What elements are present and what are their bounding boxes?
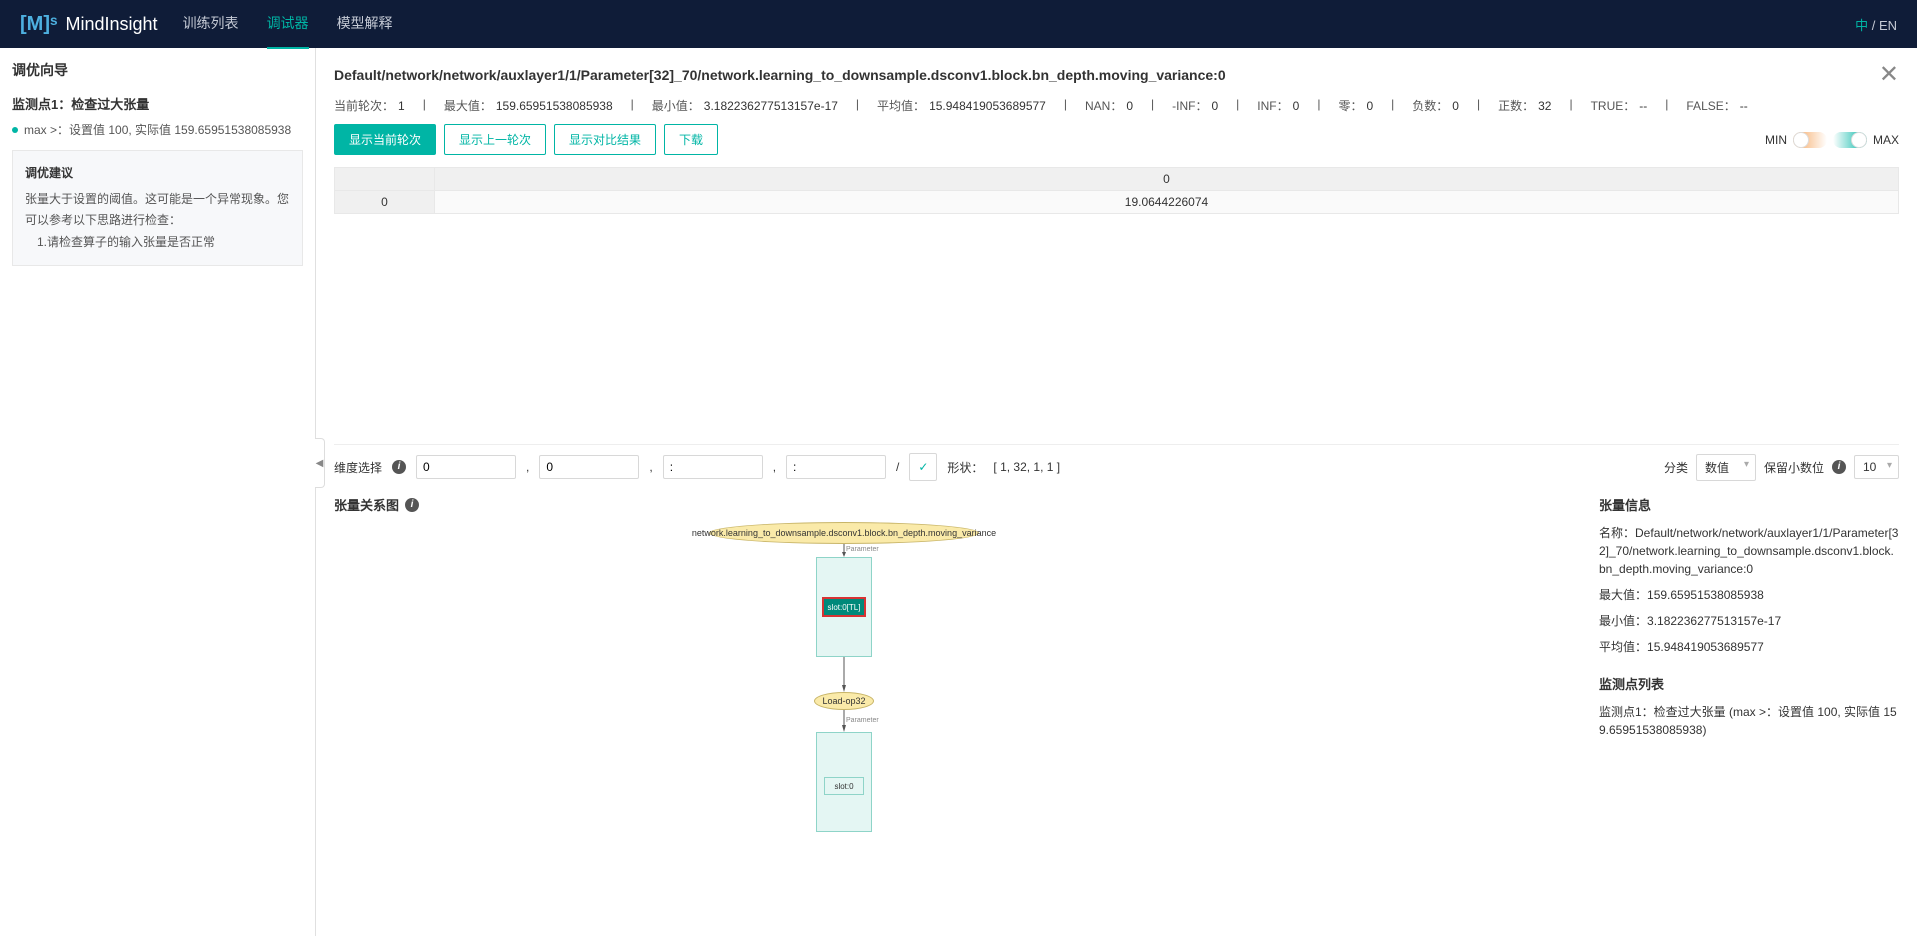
app-header: [M]ˢ MindInsight 训练列表 调试器 模型解释 中 / EN — [0, 0, 1917, 48]
minmax-toggle: MIN MAX — [1765, 132, 1899, 148]
show-diff-button[interactable]: 显示对比结果 — [554, 124, 656, 155]
category-select[interactable]: 数值 — [1696, 454, 1756, 481]
graph-edge-label: Parameter — [846, 717, 879, 724]
info-icon[interactable]: i — [392, 460, 406, 474]
download-button[interactable]: 下载 — [664, 124, 718, 155]
button-row: 显示当前轮次 显示上一轮次 显示对比结果 下载 MIN MAX — [334, 124, 1899, 155]
advice-title: 调优建议 — [25, 163, 290, 185]
graph-canvas[interactable]: network.learning_to_downsample.dsconv1.b… — [334, 522, 1579, 842]
main-area: 调优向导 监测点1：检查过大张量 max >：设置值 100, 实际值 159.… — [0, 48, 1917, 936]
content-area: Default/network/network/auxlayer1/1/Para… — [316, 48, 1917, 936]
stat-false: FALSE：-- — [1686, 97, 1747, 114]
dim-input-0[interactable] — [416, 455, 516, 479]
watchpoint-item[interactable]: max >：设置值 100, 实际值 159.65951538085938 — [12, 121, 303, 138]
advice-text: 张量大于设置的阈值。这可能是一个异常现象。您可以参考以下思路进行检查： — [25, 189, 290, 232]
stat-inf: INF：0 — [1257, 97, 1299, 114]
logo: [M]ˢ MindInsight — [20, 13, 158, 36]
table-corner — [335, 168, 435, 191]
sidebar-title: 调优向导 — [12, 60, 303, 80]
tensor-graph-area: 张量关系图 i network.learning_to_downsample.d… — [334, 495, 1579, 842]
dim-input-3[interactable] — [786, 455, 886, 479]
logo-text: MindInsight — [66, 14, 158, 35]
bottom-area: 张量关系图 i network.learning_to_downsample.d… — [334, 495, 1899, 842]
table-row-header: 0 — [335, 191, 435, 214]
confirm-dim-button[interactable]: ✓ — [909, 453, 937, 481]
info-name: 名称：Default/network/network/auxlayer1/1/P… — [1599, 524, 1899, 578]
sidebar-collapse-handle[interactable]: ◀ — [315, 438, 325, 488]
tensor-path: Default/network/network/auxlayer1/1/Para… — [334, 67, 1226, 83]
graph-node-load-op[interactable]: Load-op32 — [814, 692, 874, 710]
info-avg: 平均值：15.948419053689577 — [1599, 638, 1899, 656]
watchpoint-item-text: max >：设置值 100, 实际值 159.65951538085938 — [24, 121, 291, 138]
graph-node-parameter[interactable]: network.learning_to_downsample.dsconv1.b… — [709, 522, 979, 544]
stat-min: 最小值：3.182236277513157e-17 — [652, 97, 838, 114]
watchpoint-list-item: 监测点1：检查过大张量 (max >：设置值 100, 实际值 159.6595… — [1599, 703, 1899, 739]
max-label: MAX — [1873, 133, 1899, 147]
status-dot-icon — [12, 127, 18, 133]
stats-row: 当前轮次：1 | 最大值：159.65951538085938 | 最小值：3.… — [334, 97, 1899, 114]
dim-input-2[interactable] — [663, 455, 763, 479]
dimension-controls: 维度选择 i , , , / ✓ 形状： [ 1, 32, 1, 1 ] 分类 … — [334, 444, 1899, 481]
decimal-select[interactable]: 10 — [1854, 455, 1899, 479]
graph-node-slot-tl[interactable]: slot:0[TL] — [822, 597, 866, 617]
graph-title: 张量关系图 i — [334, 495, 1579, 514]
sidebar: 调优向导 监测点1：检查过大张量 max >：设置值 100, 实际值 159.… — [0, 48, 316, 936]
graph-node-slot-bot[interactable]: slot:0 — [824, 777, 864, 795]
max-toggle[interactable] — [1833, 132, 1867, 148]
shape-value: [ 1, 32, 1, 1 ] — [993, 460, 1060, 474]
dim-input-1[interactable] — [539, 455, 639, 479]
watchpoint-title: 监测点1：检查过大张量 — [12, 94, 303, 113]
table-row: 0 19.0644226074 — [335, 191, 1899, 214]
nav-tab-debugger[interactable]: 调试器 — [267, 0, 309, 49]
decimal-label: 保留小数位 — [1764, 459, 1824, 476]
stat-neg: 负数：0 — [1412, 97, 1459, 114]
dim-label: 维度选择 — [334, 459, 382, 476]
category-label: 分类 — [1664, 459, 1688, 476]
shape-label: 形状： — [947, 459, 983, 476]
advice-box: 调优建议 张量大于设置的阈值。这可能是一个异常现象。您可以参考以下思路进行检查：… — [12, 150, 303, 266]
stat-ninf: -INF：0 — [1172, 97, 1218, 114]
header-left: [M]ˢ MindInsight 训练列表 调试器 模型解释 — [20, 0, 393, 49]
lang-en[interactable]: EN — [1879, 18, 1897, 33]
stat-true: TRUE：-- — [1591, 97, 1648, 114]
info-min: 最小值：3.182236277513157e-17 — [1599, 612, 1899, 630]
stat-round: 当前轮次：1 — [334, 97, 405, 114]
graph-edge-label: Parameter — [846, 546, 879, 553]
watchpoint-list-title: 监测点列表 — [1599, 674, 1899, 693]
nav-tabs: 训练列表 调试器 模型解释 — [183, 0, 393, 49]
advice-step: 1.请检查算子的输入张量是否正常 — [25, 232, 290, 254]
info-icon[interactable]: i — [1832, 460, 1846, 474]
info-icon[interactable]: i — [405, 498, 419, 512]
nav-tab-training-list[interactable]: 训练列表 — [183, 0, 239, 49]
show-current-button[interactable]: 显示当前轮次 — [334, 124, 436, 155]
stat-max: 最大值：159.65951538085938 — [444, 97, 613, 114]
stat-avg: 平均值：15.948419053689577 — [877, 97, 1046, 114]
stat-nan: NAN：0 — [1085, 97, 1133, 114]
tensor-data-table: 0 0 19.0644226074 — [334, 167, 1899, 214]
close-icon[interactable]: ✕ — [1879, 60, 1899, 89]
stat-zero: 零：0 — [1338, 97, 1373, 114]
lang-zh[interactable]: 中 — [1855, 18, 1868, 33]
logo-icon: [M]ˢ — [20, 13, 58, 36]
min-label: MIN — [1765, 133, 1787, 147]
table-col-header: 0 — [435, 168, 1899, 191]
nav-tab-model-explain[interactable]: 模型解释 — [337, 0, 393, 49]
table-cell: 19.0644226074 — [435, 191, 1899, 214]
min-toggle[interactable] — [1793, 132, 1827, 148]
path-row: Default/network/network/auxlayer1/1/Para… — [334, 60, 1899, 89]
tensor-info-panel: 张量信息 名称：Default/network/network/auxlayer… — [1599, 495, 1899, 842]
info-max: 最大值：159.65951538085938 — [1599, 586, 1899, 604]
language-switcher[interactable]: 中 / EN — [1855, 15, 1897, 34]
info-title: 张量信息 — [1599, 495, 1899, 514]
stat-pos: 正数：32 — [1498, 97, 1551, 114]
show-previous-button[interactable]: 显示上一轮次 — [444, 124, 546, 155]
